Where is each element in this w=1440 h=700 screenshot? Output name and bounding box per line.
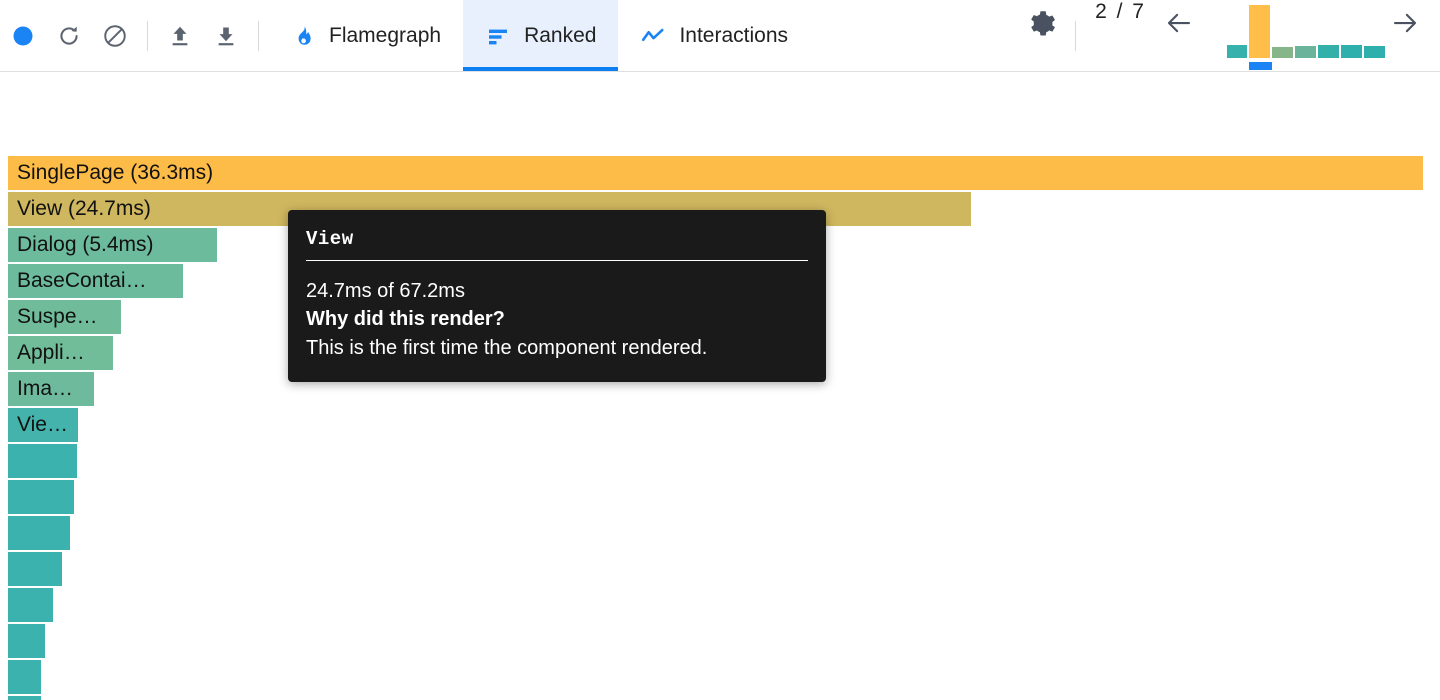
snapshot-bar[interactable]: [1227, 45, 1247, 58]
reload-button[interactable]: [46, 13, 92, 59]
ranked-bar-label: Vie…: [17, 413, 68, 436]
recording-controls: [0, 0, 138, 71]
ranked-bar[interactable]: BaseContai…: [8, 264, 183, 298]
flame-icon: [290, 23, 316, 49]
snapshot-selector[interactable]: [1216, 0, 1385, 72]
snapshot-selected-indicator: [1249, 62, 1272, 70]
previous-commit-button[interactable]: [1156, 0, 1202, 46]
render-tooltip: View 24.7ms of 67.2ms Why did this rende…: [288, 210, 826, 383]
ranked-bar-label: SinglePage (36.3ms): [17, 161, 214, 184]
snapshot-bar[interactable]: [1295, 46, 1316, 58]
next-commit-button[interactable]: [1382, 0, 1428, 46]
reload-icon: [60, 26, 78, 45]
tab-flamegraph-label: Flamegraph: [329, 23, 442, 47]
tooltip-divider: [306, 260, 808, 261]
tab-interactions[interactable]: Interactions: [618, 0, 810, 71]
ranked-chart: SinglePage (36.3ms) View (24.7ms) Dialog (…: [0, 72, 1440, 700]
ranked-bar-label: Suspe…: [17, 305, 98, 328]
tooltip-why-text: This is the first time the component ren…: [306, 336, 708, 359]
snapshot-bar[interactable]: [1272, 47, 1293, 58]
transfer-controls: [157, 0, 249, 71]
ranked-bar[interactable]: [8, 660, 41, 694]
ranked-bar[interactable]: [8, 624, 45, 658]
ranked-icon: [485, 23, 511, 49]
ranked-bar-label: View (24.7ms): [17, 197, 151, 220]
clear-icon: [104, 24, 126, 47]
ranked-bar[interactable]: [8, 588, 53, 622]
clear-button[interactable]: [92, 13, 138, 59]
ranked-bar-label: Ima…: [17, 377, 74, 400]
tooltip-title: View: [306, 228, 354, 250]
commit-counter: 2 / 7: [1095, 0, 1146, 23]
toolbar-divider-2: [258, 20, 259, 51]
toolbar-divider-1: [147, 20, 148, 51]
ranked-bar-label: BaseContai…: [17, 269, 147, 292]
ranked-bar[interactable]: Vie…: [8, 408, 78, 442]
ranked-bar-label: Dialog (5.4ms): [17, 233, 154, 256]
tab-flamegraph[interactable]: Flamegraph: [268, 0, 463, 71]
interactions-icon: [640, 23, 666, 49]
ranked-bar[interactable]: Appli…: [8, 336, 113, 370]
ranked-bar-label: Appli…: [17, 341, 85, 364]
toolbar-divider-3: [1075, 20, 1077, 51]
download-icon: [218, 26, 234, 45]
snapshot-bar[interactable]: [1249, 5, 1270, 58]
settings-button[interactable]: [1020, 0, 1066, 46]
ranked-bar[interactable]: [8, 552, 62, 586]
tab-ranked-label: Ranked: [524, 23, 597, 47]
snapshot-bar[interactable]: [1318, 45, 1339, 58]
tab-interactions-label: Interactions: [679, 23, 789, 47]
upload-icon: [172, 26, 188, 45]
record-button[interactable]: [0, 13, 46, 59]
ranked-bar[interactable]: [8, 444, 77, 478]
ranked-bar[interactable]: Ima…: [8, 372, 94, 406]
record-icon: [13, 26, 33, 45]
ranked-bar[interactable]: [8, 480, 74, 514]
tooltip-why-heading: Why did this render?: [306, 308, 505, 331]
snapshot-bar[interactable]: [1341, 45, 1362, 58]
profiler-toolbar: Flamegraph Ranked Interactions 2 / 7: [0, 0, 1440, 72]
snapshot-bar[interactable]: [1364, 46, 1385, 58]
tooltip-duration: 24.7ms of 67.2ms: [306, 280, 465, 302]
gear-icon: [1030, 10, 1055, 36]
ranked-bar[interactable]: Dialog (5.4ms): [8, 228, 217, 262]
export-button[interactable]: [203, 13, 249, 59]
arrow-right-icon: [1393, 13, 1417, 33]
arrow-left-icon: [1167, 13, 1191, 33]
ranked-bar[interactable]: [8, 696, 41, 700]
ranked-bar[interactable]: SinglePage (36.3ms): [8, 156, 1423, 190]
tab-ranked[interactable]: Ranked: [463, 0, 619, 71]
ranked-bar[interactable]: [8, 516, 70, 550]
import-button[interactable]: [157, 13, 203, 59]
ranked-bar[interactable]: Suspe…: [8, 300, 121, 334]
